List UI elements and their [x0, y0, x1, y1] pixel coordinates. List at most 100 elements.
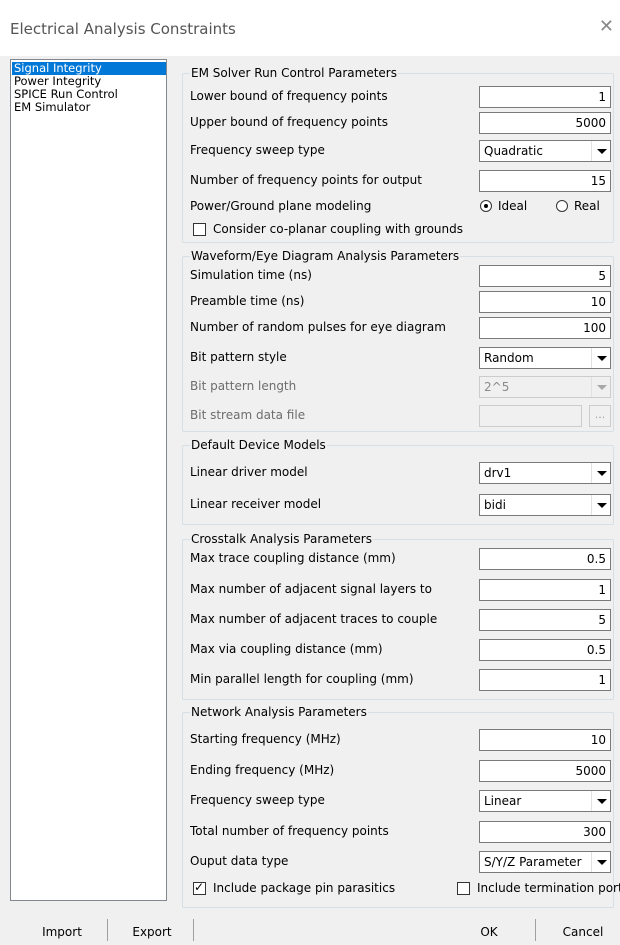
ideal-radio[interactable] [480, 200, 492, 212]
adj-traces-input[interactable]: 5 [479, 609, 611, 631]
category-list[interactable]: Signal Integrity Power Integrity SPICE R… [10, 59, 167, 901]
chevron-down-icon[interactable] [591, 852, 610, 872]
sidebar-item-em-simulator[interactable]: EM Simulator [12, 101, 166, 114]
end-freq-label: Ending frequency (MHz) [190, 763, 335, 777]
total-points-label: Total number of frequency points [190, 824, 389, 838]
close-icon[interactable]: ✕ [599, 16, 614, 37]
receiver-value: bidi [484, 498, 506, 512]
trace-dist-input[interactable]: 0.5 [479, 548, 611, 570]
output-type-dropdown[interactable]: S/Y/Z Parameter [479, 851, 611, 873]
lower-bound-label: Lower bound of frequency points [190, 89, 388, 103]
start-freq-row: Starting frequency (MHz) 10 [183, 729, 613, 751]
total-points-row: Total number of frequency points 300 [183, 821, 613, 843]
output-type-label: Ouput data type [190, 854, 289, 868]
cancel-button[interactable]: Cancel [543, 919, 620, 945]
group-title: Default Device Models [190, 438, 327, 452]
preamble-label: Preamble time (ns) [190, 294, 305, 308]
driver-value: drv1 [484, 466, 512, 480]
bit-length-label: Bit pattern length [190, 379, 297, 393]
bit-length-dropdown: 2^5 [479, 376, 611, 398]
random-pulses-label: Number of random pulses for eye diagram [190, 320, 446, 334]
pkg-parasitics-label: Include package pin parasitics [213, 881, 396, 895]
receiver-row: Linear receiver model bidi [183, 494, 613, 516]
trace-dist-label: Max trace coupling distance (mm) [190, 551, 396, 565]
term-port-label: Include termination port [477, 881, 620, 895]
group-title: EM Solver Run Control Parameters [190, 66, 398, 80]
bit-file-input [479, 405, 582, 427]
group-title: Waveform/Eye Diagram Analysis Parameters [190, 249, 461, 263]
term-port-checkbox[interactable] [457, 882, 470, 895]
parallel-len-input[interactable]: 1 [479, 669, 611, 691]
trace-dist-row: Max trace coupling distance (mm) 0.5 [183, 548, 613, 570]
browse-button: ... [589, 405, 611, 427]
receiver-dropdown[interactable]: bidi [479, 494, 611, 516]
sim-time-label: Simulation time (ns) [190, 268, 312, 282]
export-button[interactable]: Export [112, 919, 192, 945]
chevron-down-icon[interactable] [591, 495, 610, 515]
bit-file-label: Bit stream data file [190, 408, 306, 422]
chevron-down-icon[interactable] [591, 791, 610, 811]
sweep-type-label: Frequency sweep type [190, 143, 325, 157]
lower-bound-row: Lower bound of frequency points 1 [183, 86, 613, 108]
random-pulses-row: Number of random pulses for eye diagram … [183, 317, 613, 339]
bit-style-dropdown[interactable]: Random [479, 347, 611, 369]
parallel-len-row: Min parallel length for coupling (mm) 1 [183, 669, 613, 691]
random-pulses-input[interactable]: 100 [479, 317, 611, 339]
adj-layers-label: Max number of adjacent signal layers to [190, 582, 432, 596]
chevron-down-icon[interactable] [591, 463, 610, 483]
sweep-type-dropdown[interactable]: Quadratic [479, 140, 611, 162]
driver-dropdown[interactable]: drv1 [479, 462, 611, 484]
start-freq-label: Starting frequency (MHz) [190, 732, 341, 746]
separator [193, 919, 194, 941]
sim-time-input[interactable]: 5 [479, 265, 611, 287]
preamble-input[interactable]: 10 [479, 291, 611, 313]
chevron-down-icon[interactable] [591, 141, 610, 161]
sweep-type-row: Frequency sweep type Quadratic [183, 140, 613, 162]
chevron-down-icon[interactable] [591, 348, 610, 368]
bit-file-row: Bit stream data file ... [183, 405, 613, 427]
waveform-group: Waveform/Eye Diagram Analysis Parameters… [182, 249, 614, 432]
output-points-row: Number of frequency points for output 15 [183, 170, 613, 192]
plane-modeling-label: Power/Ground plane modeling [190, 199, 372, 213]
bit-style-label: Bit pattern style [190, 350, 287, 364]
parallel-len-label: Min parallel length for coupling (mm) [190, 672, 414, 686]
bit-style-value: Random [484, 351, 534, 365]
driver-row: Linear driver model drv1 [183, 462, 613, 484]
adj-traces-row: Max number of adjacent traces to couple … [183, 609, 613, 631]
adj-layers-input[interactable]: 1 [479, 579, 611, 601]
lower-bound-input[interactable]: 1 [479, 86, 611, 108]
em-solver-group: EM Solver Run Control Parameters Lower b… [182, 66, 614, 243]
start-freq-input[interactable]: 10 [479, 729, 611, 751]
end-freq-input[interactable]: 5000 [479, 760, 611, 782]
upper-bound-input[interactable]: 5000 [479, 112, 611, 134]
ok-button[interactable]: OK [449, 919, 529, 945]
output-points-input[interactable]: 15 [479, 170, 611, 192]
net-sweep-row: Frequency sweep type Linear [183, 790, 613, 812]
preamble-row: Preamble time (ns) 10 [183, 291, 613, 313]
net-sweep-label: Frequency sweep type [190, 793, 325, 807]
crosstalk-group: Crosstalk Analysis Parameters Max trace … [182, 532, 614, 700]
coplanar-checkbox[interactable] [193, 223, 206, 236]
real-radio[interactable] [556, 200, 568, 212]
group-title: Network Analysis Parameters [190, 705, 368, 719]
via-dist-input[interactable]: 0.5 [479, 639, 611, 661]
output-type-value: S/Y/Z Parameter [484, 855, 582, 869]
import-button[interactable]: Import [22, 919, 102, 945]
network-group: Network Analysis Parameters Starting fre… [182, 705, 620, 908]
total-points-input[interactable]: 300 [479, 821, 611, 843]
pkg-parasitics-checkbox[interactable] [193, 880, 206, 895]
adj-traces-label: Max number of adjacent traces to couple [190, 612, 438, 626]
sweep-type-value: Quadratic [484, 144, 543, 158]
ideal-radio-label: Ideal [498, 199, 528, 213]
separator [535, 919, 536, 941]
title-bar: Electrical Analysis Constraints ✕ [0, 0, 620, 56]
output-points-label: Number of frequency points for output [190, 173, 422, 187]
chevron-down-icon [591, 377, 610, 397]
bit-length-row: Bit pattern length 2^5 [183, 376, 613, 398]
adj-layers-row: Max number of adjacent signal layers to … [183, 579, 613, 601]
button-bar: Import Export OK Cancel [0, 915, 620, 945]
receiver-label: Linear receiver model [190, 497, 322, 511]
upper-bound-row: Upper bound of frequency points 5000 [183, 112, 613, 134]
sim-time-row: Simulation time (ns) 5 [183, 265, 613, 287]
net-sweep-dropdown[interactable]: Linear [479, 790, 611, 812]
